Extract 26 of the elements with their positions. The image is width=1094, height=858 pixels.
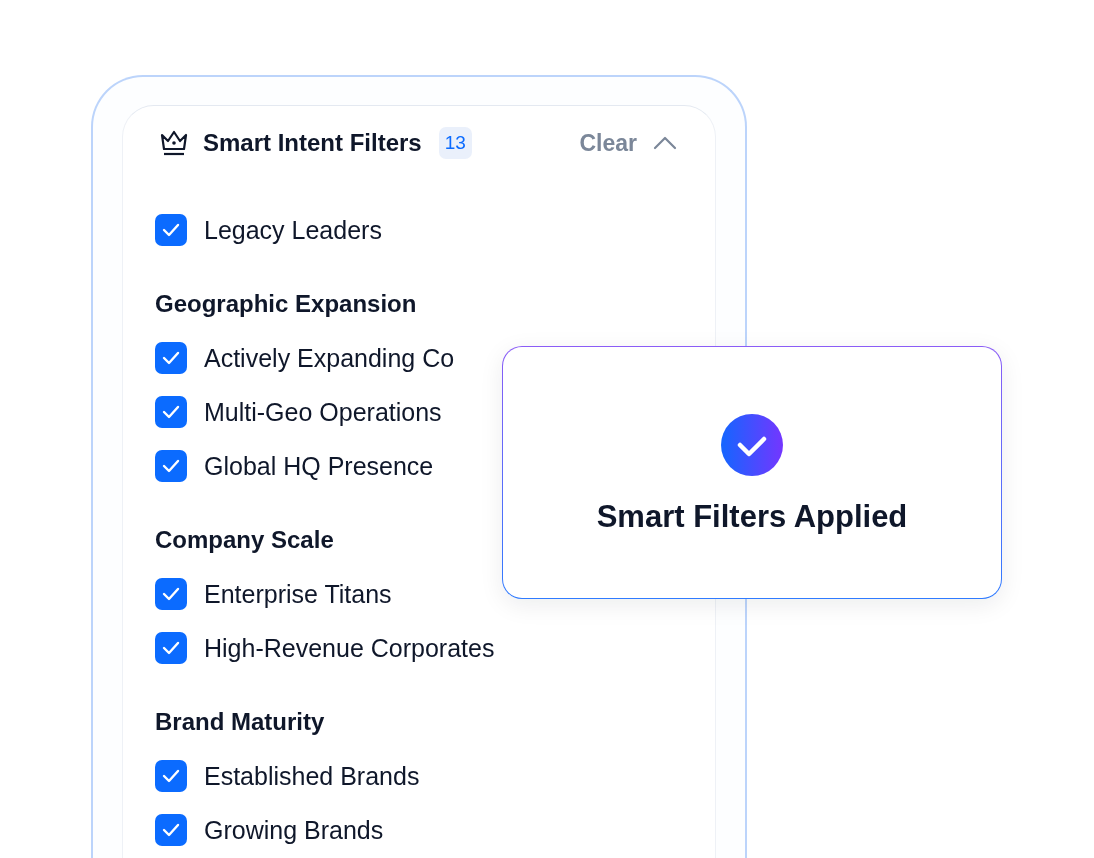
count-badge: 13 bbox=[438, 127, 472, 159]
checkbox[interactable] bbox=[155, 578, 187, 610]
filter-label: Multi-Geo Operations bbox=[204, 397, 442, 427]
check-circle-icon bbox=[720, 413, 784, 477]
checkbox[interactable] bbox=[155, 214, 187, 246]
filter-label: Legacy Leaders bbox=[204, 215, 382, 245]
checkbox[interactable] bbox=[155, 760, 187, 792]
filter-label: Growing Brands bbox=[204, 815, 384, 845]
checkbox[interactable] bbox=[155, 450, 187, 482]
section-heading: Geographic Expansion bbox=[155, 290, 417, 318]
filter-label: Global HQ Presence bbox=[204, 451, 434, 481]
toast-title: Smart Filters Applied bbox=[596, 499, 908, 535]
checkbox[interactable] bbox=[155, 632, 187, 664]
panel-title: Smart Intent Filters bbox=[203, 129, 422, 157]
checkbox[interactable] bbox=[155, 342, 187, 374]
clear-button[interactable]: Clear bbox=[579, 129, 637, 157]
filter-label: Established Brands bbox=[204, 761, 420, 791]
filter-label: Enterprise Titans bbox=[204, 579, 392, 609]
section-heading: Company Scale bbox=[155, 526, 334, 554]
section-heading: Brand Maturity bbox=[155, 708, 325, 736]
filter-label: Actively Expanding Co bbox=[204, 343, 455, 373]
chevron-icon[interactable] bbox=[653, 136, 677, 150]
crown-icon bbox=[159, 130, 189, 156]
checkbox[interactable] bbox=[155, 814, 187, 846]
filter-label: High-Revenue Corporates bbox=[204, 633, 495, 663]
checkbox[interactable] bbox=[155, 396, 187, 428]
